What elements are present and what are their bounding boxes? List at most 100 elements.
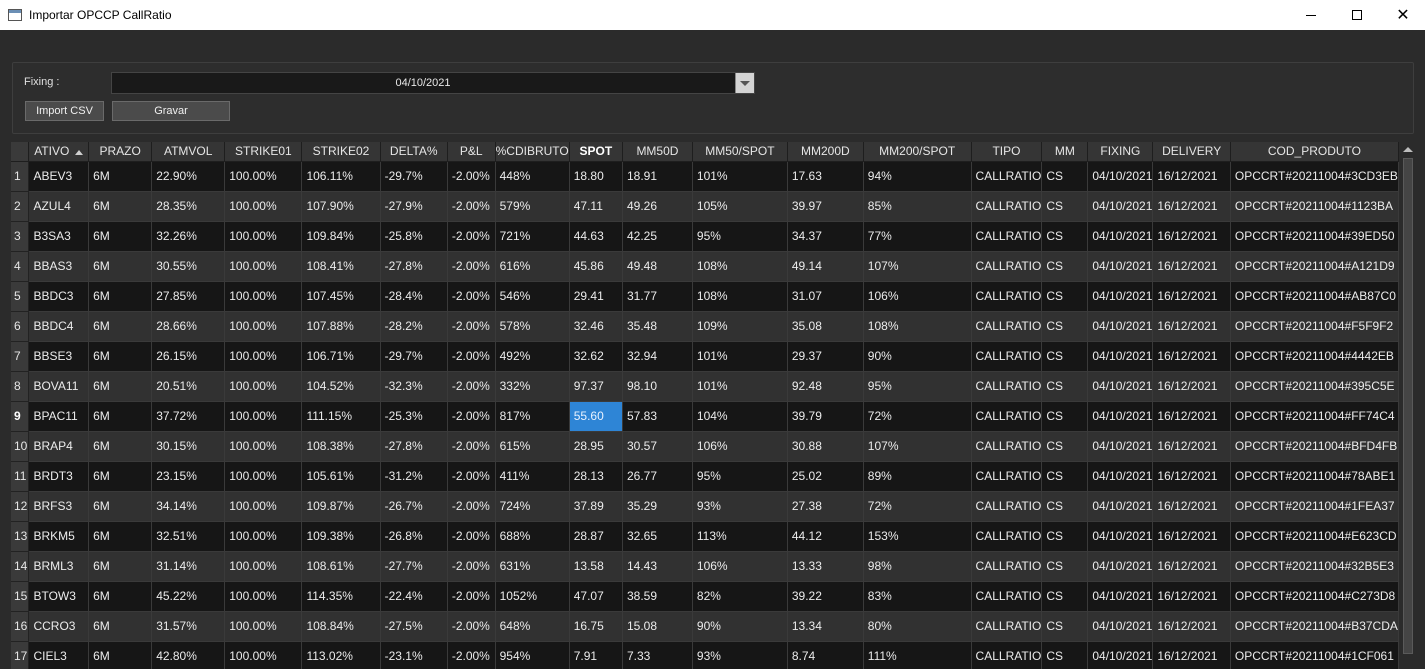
table-cell[interactable]: CALLRATIO [971,491,1043,522]
table-cell[interactable]: 31.14% [151,551,226,582]
table-cell[interactable]: 111.15% [301,401,381,432]
table-cell[interactable]: OPCCRT#20211004#A121D9 [1230,251,1399,282]
table-cell[interactable]: BPAC11 [28,401,90,432]
table-cell[interactable]: 37.89 [569,491,624,522]
table-cell[interactable]: 04/10/2021 [1087,191,1154,222]
table-row[interactable]: 9 BPAC11 6M 37.72% 100.00% 111.15% -25.3% -2.00… [11,401,1399,432]
table-cell[interactable]: 95% [692,461,788,492]
table-cell[interactable]: 448% [495,161,570,192]
table-cell[interactable]: CALLRATIO [971,431,1043,462]
table-cell[interactable]: 32.51% [151,521,226,552]
table-cell[interactable]: 90% [863,341,972,372]
table-cell[interactable]: CS [1041,251,1089,282]
table-cell[interactable]: 57.83 [622,401,693,432]
table-cell[interactable]: 04/10/2021 [1087,521,1154,552]
table-cell[interactable]: CALLRATIO [971,581,1043,612]
table-cell[interactable]: 108.41% [301,251,381,282]
table-cell[interactable]: 100.00% [224,431,303,462]
table-cell[interactable]: 32.62 [569,341,624,372]
table-cell[interactable]: 27.85% [151,281,226,312]
data-grid[interactable]: ATIVO PRAZO ATMVOL STRIKE01 STRIKE02 DELTA% P&… [11,142,1399,669]
row-number[interactable]: 7 [11,341,30,372]
table-cell[interactable]: 631% [495,551,570,582]
table-cell[interactable]: 85% [863,191,972,222]
table-cell[interactable]: 16/12/2021 [1152,281,1231,312]
table-cell[interactable]: CALLRATIO [971,281,1043,312]
table-cell[interactable]: -27.9% [380,191,448,222]
table-cell[interactable]: 107% [863,251,972,282]
table-row[interactable]: 13 BRKM5 6M 32.51% 100.00% 109.38% -26.8% -2.00… [11,521,1399,552]
table-cell[interactable]: 32.26% [151,221,226,252]
table-cell[interactable]: 109.84% [301,221,381,252]
table-cell[interactable]: -25.8% [380,221,448,252]
column-header[interactable]: MM200/SPOT [863,142,972,162]
table-cell[interactable]: -2.00% [447,311,496,342]
table-cell[interactable]: CALLRATIO [971,341,1043,372]
table-row[interactable]: 11 BRDT3 6M 23.15% 100.00% 105.61% -31.2% -2.00… [11,461,1399,492]
table-cell[interactable]: 18.91 [622,161,693,192]
table-cell[interactable]: -2.00% [447,461,496,492]
table-cell[interactable]: OPCCRT#20211004#B37CDA [1230,611,1399,642]
table-cell[interactable]: 106% [863,281,972,312]
table-cell[interactable]: 16/12/2021 [1152,491,1231,522]
maximize-button[interactable] [1334,0,1380,30]
table-cell[interactable]: 97.37 [569,371,624,402]
row-number[interactable]: 17 [11,641,30,669]
table-cell[interactable]: CALLRATIO [971,611,1043,642]
table-cell[interactable]: 6M [88,251,153,282]
table-cell[interactable]: 546% [495,281,570,312]
table-cell[interactable]: 49.48 [622,251,693,282]
minimize-button[interactable] [1288,0,1334,30]
close-button[interactable]: ✕ [1380,0,1425,30]
table-cell[interactable]: CALLRATIO [971,401,1043,432]
table-cell[interactable]: 28.13 [569,461,624,492]
column-header[interactable]: DELTA% [380,142,448,162]
table-cell[interactable]: 6M [88,371,153,402]
table-cell[interactable]: 30.57 [622,431,693,462]
table-row[interactable]: 15 BTOW3 6M 45.22% 100.00% 114.35% -22.4% -2.00… [11,581,1399,612]
table-cell[interactable]: 492% [495,341,570,372]
table-cell[interactable]: OPCCRT#20211004#F5F9F2 [1230,311,1399,342]
table-cell[interactable]: CIEL3 [28,641,90,669]
table-cell[interactable]: 98.10 [622,371,693,402]
table-cell[interactable]: -2.00% [447,221,496,252]
table-cell[interactable]: 95% [863,371,972,402]
column-header[interactable]: MM50D [622,142,693,162]
table-cell[interactable]: CALLRATIO [971,371,1043,402]
table-cell[interactable]: 04/10/2021 [1087,551,1154,582]
table-cell[interactable]: 45.22% [151,581,226,612]
table-cell[interactable]: 108.84% [301,611,381,642]
table-cell[interactable]: CALLRATIO [971,461,1043,492]
table-cell[interactable]: OPCCRT#20211004#FF74C4 [1230,401,1399,432]
corner-header[interactable] [11,142,30,162]
table-row[interactable]: 2 AZUL4 6M 28.35% 100.00% 107.90% -27.9% -2.00%… [11,191,1399,222]
table-cell[interactable]: BBAS3 [28,251,90,282]
table-cell[interactable]: -2.00% [447,191,496,222]
table-cell[interactable]: 16/12/2021 [1152,311,1231,342]
table-cell[interactable]: 32.94 [622,341,693,372]
table-cell[interactable]: -2.00% [447,431,496,462]
table-cell[interactable]: 100.00% [224,371,303,402]
table-cell[interactable]: 44.63 [569,221,624,252]
table-cell[interactable]: 29.37 [787,341,864,372]
row-number[interactable]: 14 [11,551,30,582]
table-cell[interactable]: 30.15% [151,431,226,462]
table-cell[interactable]: -27.5% [380,611,448,642]
table-cell[interactable]: 16/12/2021 [1152,461,1231,492]
table-cell[interactable]: 100.00% [224,491,303,522]
table-cell[interactable]: 04/10/2021 [1087,611,1154,642]
table-cell[interactable]: 39.79 [787,401,864,432]
table-row[interactable]: 5 BBDC3 6M 27.85% 100.00% 107.45% -28.4% -2.00%… [11,281,1399,312]
column-header[interactable]: SPOT [569,142,624,162]
table-cell[interactable]: 39.97 [787,191,864,222]
table-cell[interactable]: -29.7% [380,341,448,372]
table-cell[interactable]: 16/12/2021 [1152,521,1231,552]
table-cell[interactable]: 688% [495,521,570,552]
table-cell[interactable]: 721% [495,221,570,252]
table-cell[interactable]: 6M [88,311,153,342]
table-cell[interactable]: 35.48 [622,311,693,342]
table-cell[interactable]: 16/12/2021 [1152,551,1231,582]
table-cell[interactable]: 108.61% [301,551,381,582]
table-cell[interactable]: -2.00% [447,401,496,432]
table-cell[interactable]: 93% [692,641,788,669]
